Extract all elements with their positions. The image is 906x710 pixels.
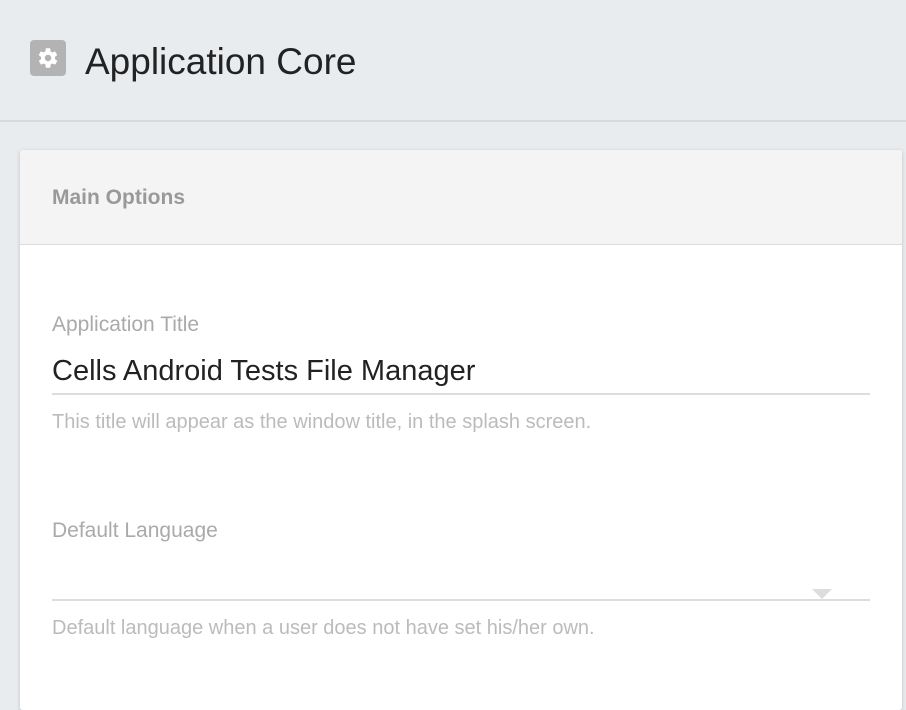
- application-title-input[interactable]: Cells Android Tests File Manager: [52, 349, 870, 393]
- application-title-field: Application Title Cells Android Tests Fi…: [52, 313, 870, 434]
- page-header: Application Core: [0, 0, 906, 122]
- chevron-down-icon[interactable]: [812, 589, 832, 599]
- default-language-select[interactable]: [52, 555, 870, 601]
- field-helper: This title will appear as the window tit…: [52, 411, 592, 433]
- field-label: Default Language: [52, 519, 218, 542]
- card-title: Main Options: [52, 186, 185, 209]
- field-label: Application Title: [52, 313, 200, 336]
- page-title: Application Core: [85, 41, 357, 82]
- main-options-card: Main Options Application Title Cells And…: [20, 150, 902, 710]
- gear-icon: [30, 40, 66, 76]
- default-language-field: Default Language Default language when a…: [52, 519, 870, 640]
- card-header: Main Options: [20, 150, 902, 245]
- field-helper: Default language when a user does not ha…: [52, 617, 595, 639]
